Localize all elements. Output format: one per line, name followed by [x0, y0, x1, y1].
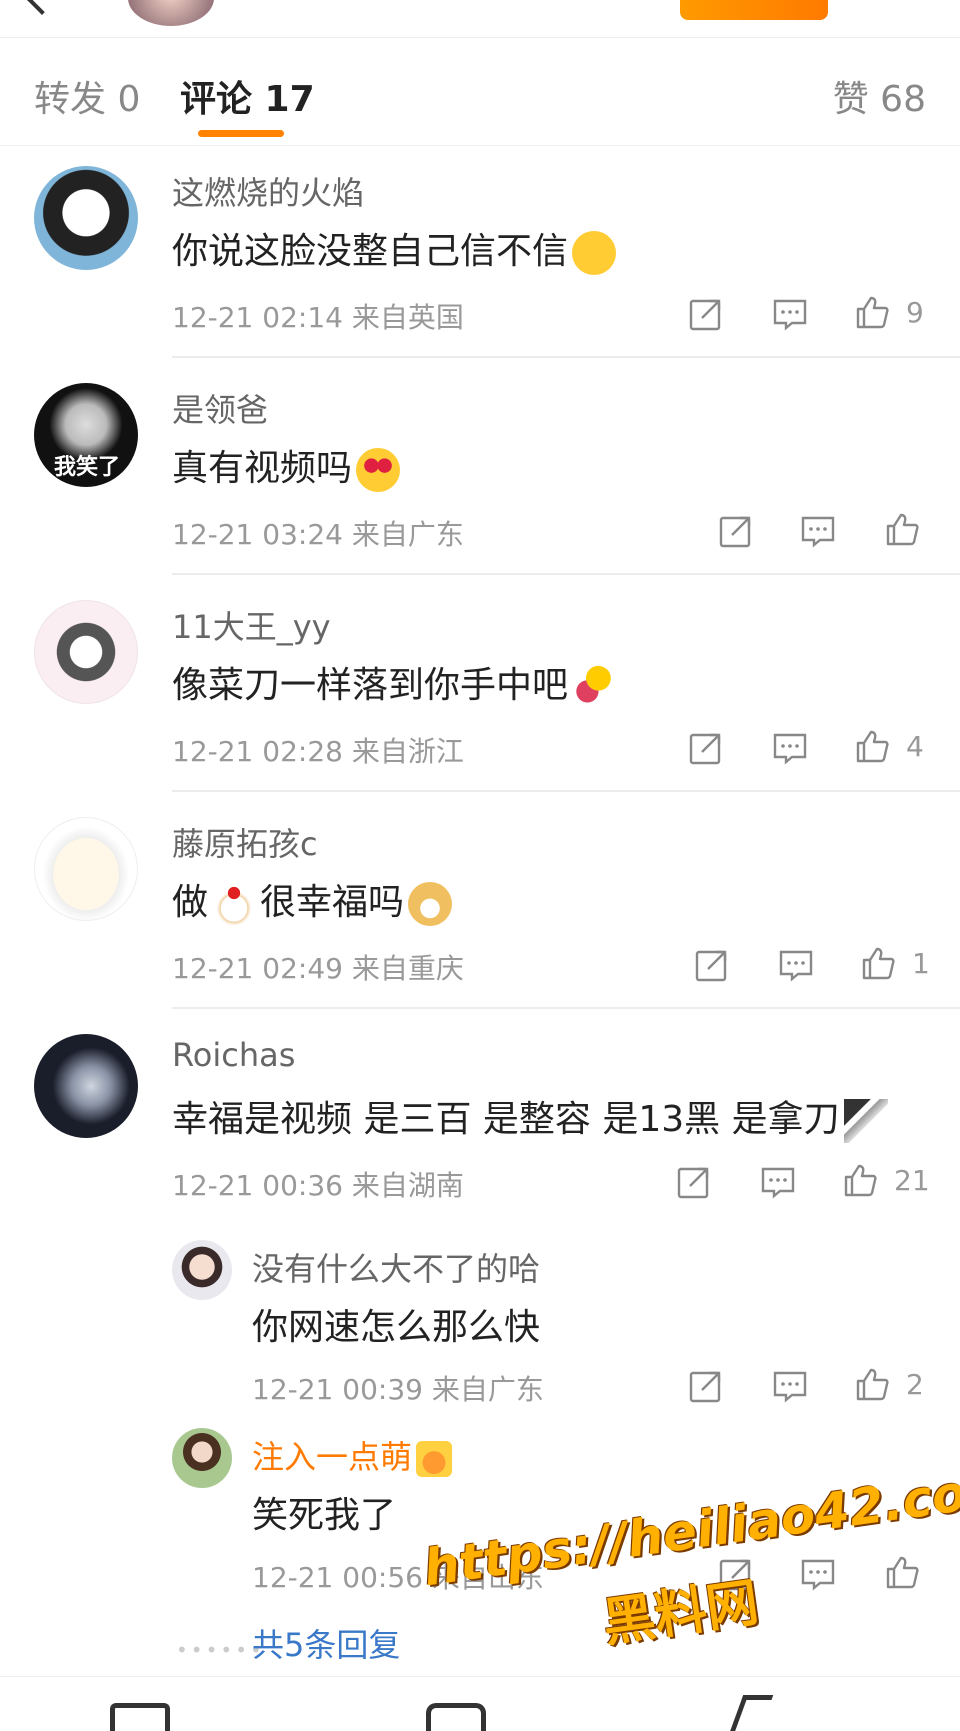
- comment-location: 来自广东: [351, 518, 464, 551]
- comment-meta: 12-21 00:36 来自湖南: [172, 1164, 464, 1204]
- reply-icon[interactable]: [800, 513, 836, 549]
- comment-username[interactable]: 11大王_yy: [172, 602, 331, 648]
- divider: [172, 790, 960, 792]
- share-icon[interactable]: [718, 513, 754, 549]
- like-icon[interactable]: [842, 1162, 878, 1198]
- avatar[interactable]: [34, 600, 138, 704]
- reply-text: 笑死我了: [252, 1495, 397, 1536]
- reply-time: 12-21 00:56: [252, 1561, 423, 1594]
- active-tab-indicator: [198, 130, 284, 137]
- reply-icon[interactable]: [772, 296, 808, 332]
- divider: [172, 573, 960, 575]
- comment-username[interactable]: 藤原拓孩c: [172, 819, 318, 865]
- balloon-emoji-icon: [572, 665, 617, 709]
- comment-location: 来自英国: [351, 301, 464, 334]
- comment-meta: 12-21 02:49 来自重庆: [172, 947, 464, 987]
- comment-time: 12-21 03:24: [172, 518, 343, 551]
- like-count: 2: [906, 1368, 924, 1401]
- follow-button[interactable]: [680, 0, 828, 20]
- reply-meta: 12-21 00:39 来自广东: [252, 1368, 544, 1408]
- tab-like[interactable]: 赞 68: [833, 70, 926, 122]
- avatar[interactable]: [172, 1240, 232, 1300]
- comment-location: 来自浙江: [351, 735, 464, 768]
- reply-summary-link[interactable]: 共5条回复: [252, 1620, 400, 1666]
- tab-repost[interactable]: 转发 0: [34, 70, 140, 122]
- avatar[interactable]: [172, 1428, 232, 1488]
- reply-location: 来自广东: [431, 1373, 544, 1406]
- top-bar: [0, 0, 960, 38]
- tab-comment[interactable]: 评论 17: [180, 70, 315, 122]
- comment-text-content: 你说这脸没整自己信不信: [172, 231, 569, 272]
- reply-username-text: 注入一点萌: [252, 1438, 413, 1476]
- like-icon[interactable]: [854, 728, 890, 764]
- rooster-emoji-icon: [212, 882, 257, 926]
- like-icon[interactable]: [854, 294, 890, 330]
- comment-location: 来自重庆: [351, 952, 464, 985]
- reply-time: 12-21 00:39: [252, 1373, 423, 1406]
- share-icon[interactable]: [676, 1164, 712, 1200]
- comment-text-before: 做: [172, 882, 209, 923]
- comment-text: 你说这脸没整自己信不信: [172, 222, 617, 275]
- share-icon[interactable]: [688, 296, 724, 332]
- comment-username[interactable]: Roichas: [172, 1036, 295, 1074]
- comment-meta: 12-21 03:24 来自广东: [172, 513, 464, 553]
- comment-username[interactable]: 是领爸: [172, 385, 268, 431]
- hug-emoji-icon: [572, 231, 617, 275]
- tab-bar: 转发 0 评论 17 赞 68: [0, 38, 960, 146]
- share-icon[interactable]: [688, 1368, 724, 1404]
- knife-emoji-icon: [843, 1099, 888, 1143]
- comment-text-after: 很幸福吗: [260, 882, 405, 923]
- reply-icon[interactable]: [778, 947, 814, 983]
- comment-time: 12-21 02:28: [172, 735, 343, 768]
- repost-icon[interactable]: [110, 1703, 170, 1731]
- crown-badge-icon: [416, 1441, 453, 1477]
- reply-icon[interactable]: [772, 730, 808, 766]
- divider: [172, 356, 960, 358]
- comment-username[interactable]: 这燃烧的火焰: [172, 168, 364, 214]
- avatar[interactable]: 我笑了: [34, 383, 138, 487]
- comment-meta: 12-21 02:14 来自英国: [172, 296, 464, 336]
- reply-username[interactable]: 没有什么大不了的哈: [252, 1244, 540, 1290]
- reply-icon[interactable]: [772, 1368, 808, 1404]
- comment-time: 12-21 02:14: [172, 301, 343, 334]
- comment-text: 真有视频吗: [172, 439, 401, 492]
- share-icon[interactable]: [688, 730, 724, 766]
- comment-time: 12-21 02:49: [172, 952, 343, 985]
- avatar[interactable]: [34, 817, 138, 921]
- comment-location: 来自湖南: [351, 1169, 464, 1202]
- avatar[interactable]: [34, 166, 138, 270]
- author-avatar[interactable]: [128, 0, 214, 26]
- comment-text-content: 像菜刀一样落到你手中吧: [172, 665, 569, 706]
- like-count: 9: [906, 296, 924, 329]
- avatar-caption: 我笑了: [54, 455, 121, 480]
- comment-text-content: 幸福是视频 是三百 是整容 是13黑 是拿刀: [172, 1099, 840, 1140]
- comment-text-content: 真有视频吗: [172, 448, 353, 489]
- reply-text: 你网速怎么那么快: [252, 1307, 541, 1348]
- comment-text: 像菜刀一样落到你手中吧: [172, 656, 617, 709]
- heart-eyes-emoji-icon: [356, 448, 401, 492]
- share-icon[interactable]: [694, 947, 730, 983]
- comment-text: 做 很幸福吗: [172, 873, 453, 926]
- comment-text: 幸福是视频 是三百 是整容 是13黑 是拿刀: [172, 1090, 888, 1143]
- divider: [172, 1007, 960, 1009]
- like-icon[interactable]: [884, 511, 920, 547]
- back-icon[interactable]: [25, 0, 59, 15]
- like-count: 1: [912, 947, 930, 980]
- like-icon[interactable]: [728, 1695, 774, 1731]
- like-count: 4: [906, 730, 924, 763]
- comment-time: 12-21 00:36: [172, 1169, 343, 1202]
- doge-emoji-icon: [408, 882, 453, 926]
- like-count: 21: [894, 1164, 930, 1197]
- like-icon[interactable]: [860, 945, 896, 981]
- comment-meta: 12-21 02:28 来自浙江: [172, 730, 464, 770]
- avatar[interactable]: [34, 1034, 138, 1138]
- reply-username[interactable]: 注入一点萌: [252, 1432, 453, 1478]
- reply-icon[interactable]: [760, 1164, 796, 1200]
- like-icon[interactable]: [854, 1366, 890, 1402]
